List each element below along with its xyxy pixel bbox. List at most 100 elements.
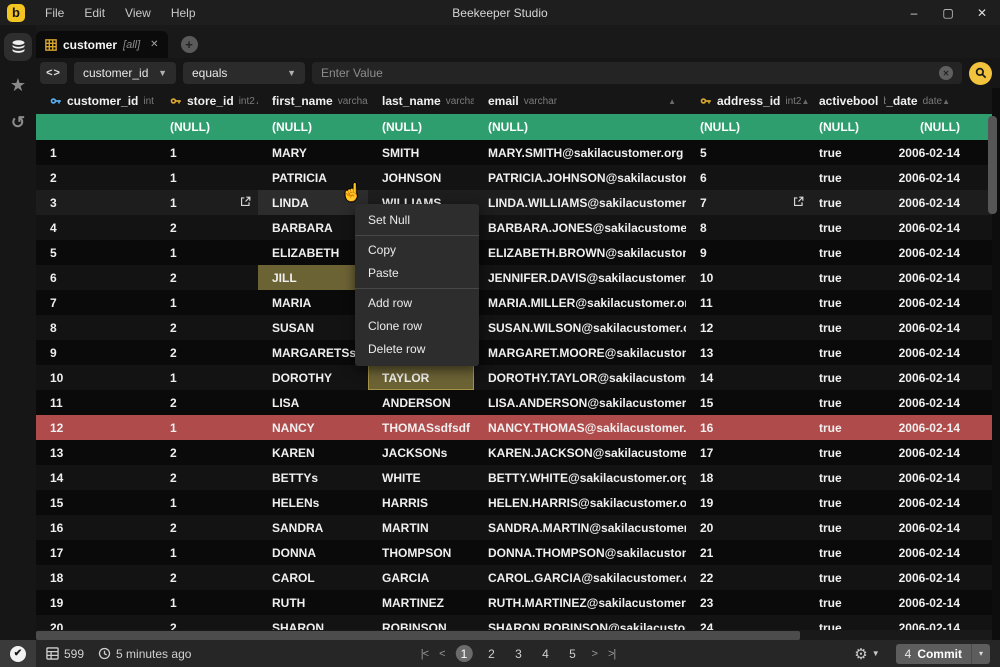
cell[interactable]: SANDRA.MARTIN@sakilacustomer.org — [474, 515, 686, 540]
cell[interactable]: JILL — [258, 265, 368, 290]
context-menu-item-set-null[interactable]: Set Null — [355, 209, 479, 232]
page-4-button[interactable]: 4 — [538, 647, 554, 661]
cell[interactable]: 11 — [36, 390, 154, 415]
cell[interactable]: 1 — [154, 590, 258, 615]
open-external-icon[interactable] — [793, 196, 804, 210]
cell[interactable]: 10 — [686, 265, 811, 290]
cell[interactable]: ELIZABETH — [258, 240, 368, 265]
page-5-button[interactable]: 5 — [565, 647, 581, 661]
menu-view[interactable]: View — [115, 6, 161, 20]
cell[interactable]: 12 — [686, 315, 811, 340]
cell[interactable]: true — [811, 190, 886, 215]
page-3-button[interactable]: 3 — [511, 647, 527, 661]
null-cell[interactable] — [36, 114, 154, 140]
cell[interactable]: true — [811, 490, 886, 515]
null-cell[interactable]: (NULL) — [811, 114, 886, 140]
cell[interactable]: WHITE — [368, 465, 474, 490]
cell[interactable]: MARIA — [258, 290, 368, 315]
cell[interactable]: 6 — [686, 165, 811, 190]
cell[interactable]: 3 — [36, 190, 154, 215]
cell[interactable]: THOMPSON — [368, 540, 474, 565]
cell[interactable]: HARRIS — [368, 490, 474, 515]
cell[interactable]: BETTYs — [258, 465, 368, 490]
cell[interactable]: MARGARETSs — [258, 340, 368, 365]
cell[interactable]: 6 — [36, 265, 154, 290]
cell[interactable]: 2006-02-14 — [886, 340, 992, 365]
null-cell[interactable]: (NULL) — [474, 114, 686, 140]
table-row[interactable]: 31 LINDAWILLIAMSLINDA.WILLIAMS@sakilacus… — [36, 190, 992, 215]
sort-asc-icon[interactable]: ▲ — [668, 97, 676, 106]
cell[interactable]: 1 — [154, 290, 258, 315]
filter-column-select[interactable]: customer_id▼ — [74, 62, 176, 84]
context-menu-item-add-row[interactable]: Add row — [355, 292, 479, 315]
context-menu-item-copy[interactable]: Copy — [355, 239, 479, 262]
cell[interactable]: MARTINEZ — [368, 590, 474, 615]
cell[interactable]: 2006-02-14 — [886, 465, 992, 490]
vertical-scrollbar-thumb[interactable] — [988, 116, 997, 214]
cell[interactable]: 8 — [36, 315, 154, 340]
page-1-button[interactable]: 1 — [456, 645, 473, 662]
table-row[interactable]: 92MARGARETSsMOORESMARGARET.MOORE@sakilac… — [36, 340, 992, 365]
cell[interactable]: TAYLOR — [368, 365, 474, 390]
cell[interactable]: 15 — [686, 390, 811, 415]
context-menu-item-paste[interactable]: Paste — [355, 262, 479, 285]
filter-operator-select[interactable]: equals▼ — [183, 62, 305, 84]
cell[interactable]: 11 — [686, 290, 811, 315]
cell[interactable]: 1 — [154, 165, 258, 190]
menu-file[interactable]: File — [35, 6, 74, 20]
sort-asc-icon[interactable]: ▲ — [942, 97, 950, 106]
column-header-activebool[interactable]: activeboolbool ▲ — [811, 88, 886, 114]
last-page-button[interactable]: >| — [608, 648, 615, 660]
null-cell[interactable]: (NULL) — [154, 114, 258, 140]
cell[interactable]: true — [811, 290, 886, 315]
cell[interactable]: true — [811, 365, 886, 390]
cell[interactable]: ELIZABETH.BROWN@sakilacustomer.org — [474, 240, 686, 265]
cell[interactable]: 2006-02-14 — [886, 490, 992, 515]
cell[interactable]: DOROTHY — [258, 365, 368, 390]
search-button[interactable] — [969, 62, 992, 85]
tab-close-icon[interactable]: ✕ — [150, 39, 158, 50]
chevron-down-icon[interactable]: ▼ — [872, 649, 880, 658]
cell[interactable]: DOROTHY.TAYLOR@sakilacustomer.org — [474, 365, 686, 390]
cell[interactable]: 13 — [36, 440, 154, 465]
cell[interactable]: JENNIFER.DAVIS@sakilacustomer.org — [474, 265, 686, 290]
null-cell[interactable]: (NULL) — [886, 114, 992, 140]
cell[interactable]: 23 — [686, 590, 811, 615]
maximize-button[interactable]: ▢ — [942, 6, 954, 20]
cell[interactable]: 7 — [686, 190, 811, 215]
cell[interactable]: CAROL.GARCIA@sakilacustomer.org — [474, 565, 686, 590]
cell[interactable]: 2006-02-14 — [886, 415, 992, 440]
gear-icon[interactable]: ⚙ — [854, 645, 867, 663]
cell[interactable]: HELEN.HARRIS@sakilacustomer.org — [474, 490, 686, 515]
cell[interactable]: 9 — [36, 340, 154, 365]
cell[interactable]: MARGARET.MOORE@sakilacustomer.org — [474, 340, 686, 365]
pending-insert-row[interactable]: (NULL)(NULL)(NULL)(NULL)(NULL)(NULL)(NUL… — [36, 114, 992, 140]
cell[interactable]: 2006-02-14 — [886, 190, 992, 215]
cell[interactable]: SANDRA — [258, 515, 368, 540]
cell[interactable]: SUSAN.WILSON@sakilacustomer.org — [474, 315, 686, 340]
cell[interactable]: MARY.SMITH@sakilacustomer.org — [474, 140, 686, 165]
cell[interactable]: 1 — [154, 365, 258, 390]
cell[interactable]: 2 — [154, 340, 258, 365]
null-cell[interactable]: (NULL) — [368, 114, 474, 140]
cell[interactable]: 2 — [154, 390, 258, 415]
cell[interactable]: NANCY.THOMAS@sakilacustomer.org — [474, 415, 686, 440]
history-icon[interactable]: ↺ — [4, 109, 32, 137]
cell[interactable]: true — [811, 315, 886, 340]
cell[interactable]: 1 — [154, 490, 258, 515]
column-header-last_name[interactable]: last_namevarchar ▲ — [368, 88, 474, 114]
open-external-icon[interactable] — [240, 196, 251, 210]
cell[interactable]: true — [811, 340, 886, 365]
table-row[interactable]: 191RUTHMARTINEZRUTH.MARTINEZ@sakilacusto… — [36, 590, 992, 615]
horizontal-scrollbar-thumb[interactable] — [36, 631, 800, 640]
table-row[interactable]: 151HELENsHARRISHELEN.HARRIS@sakilacustom… — [36, 490, 992, 515]
cell[interactable]: true — [811, 165, 886, 190]
cell[interactable]: 2006-02-14 — [886, 540, 992, 565]
cell[interactable]: 2006-02-14 — [886, 515, 992, 540]
table-row[interactable]: 71MARIAMILLERMARIA.MILLER@sakilacustomer… — [36, 290, 992, 315]
sort-asc-icon[interactable]: ▲ — [802, 97, 810, 106]
database-icon[interactable] — [4, 33, 32, 61]
cell[interactable]: 14 — [686, 365, 811, 390]
cell[interactable]: 22 — [686, 565, 811, 590]
table-row[interactable]: 142BETTYsWHITEBETTY.WHITE@sakilacustomer… — [36, 465, 992, 490]
